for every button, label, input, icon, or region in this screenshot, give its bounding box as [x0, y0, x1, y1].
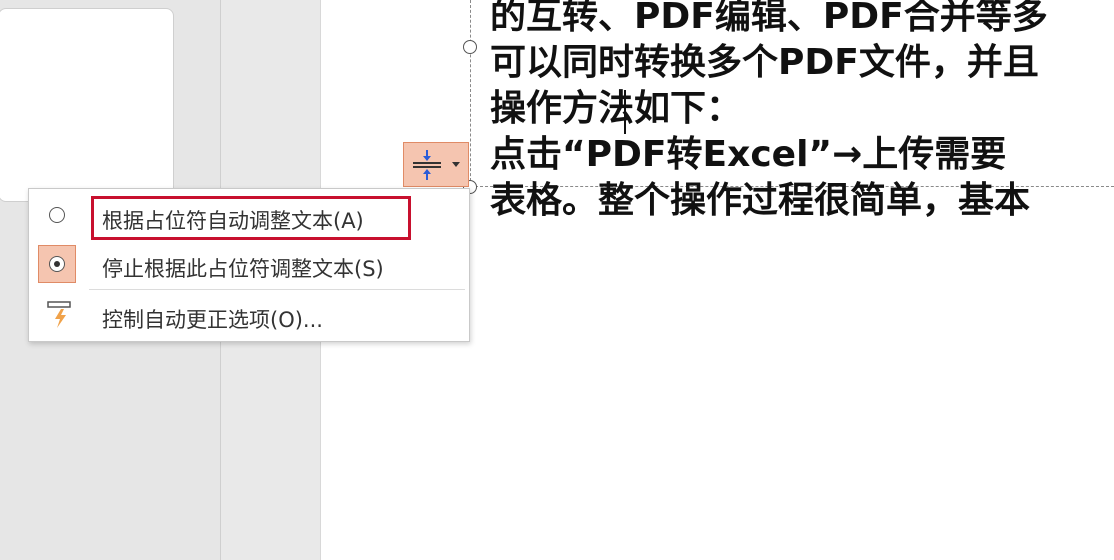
- menu-separator: [89, 289, 465, 290]
- menu-item-stop-autofit[interactable]: 停止根据此占位符调整文本(S): [29, 241, 469, 289]
- text-line: 操作方法如下：: [490, 88, 743, 129]
- text-cursor: [624, 90, 626, 134]
- radio-selected-icon: [49, 256, 65, 272]
- text-line: 点击“PDF转Excel”→上传需要: [490, 134, 1007, 175]
- autofit-options-icon: [410, 149, 444, 181]
- slide-textbox[interactable]: 的互转、PDF编辑、PDF合并等多 可以同时转换多个PDF文件，并且 操作方法如…: [490, 0, 1114, 224]
- menu-item-autocorrect-options[interactable]: 控制自动更正选项(O)...: [29, 292, 469, 340]
- slide-thumbnail[interactable]: [0, 8, 174, 202]
- text-line: 表格。整个操作过程很简单，基本: [490, 180, 1031, 221]
- chevron-down-icon[interactable]: [452, 162, 460, 167]
- text-line: 的互转、PDF编辑、PDF合并等多: [490, 0, 1048, 37]
- menu-item-label: 控制自动更正选项(O)...: [102, 308, 323, 332]
- textbox-resize-handle-left[interactable]: [463, 40, 477, 54]
- textbox-border: [470, 0, 471, 186]
- text-line: 可以同时转换多个PDF文件，并且: [490, 42, 1039, 83]
- autofit-options-menu: 根据占位符自动调整文本(A) 停止根据此占位符调整文本(S) 控制自动更正选项(…: [28, 188, 470, 342]
- autocorrect-lightning-icon: [47, 300, 73, 330]
- autofit-options-button[interactable]: [403, 142, 469, 187]
- menu-item-autofit-text[interactable]: 根据占位符自动调整文本(A): [29, 193, 469, 241]
- selected-indicator: [38, 245, 76, 283]
- radio-unselected-icon: [49, 207, 65, 223]
- highlight-annotation: [91, 196, 411, 240]
- menu-item-label: 停止根据此占位符调整文本(S): [102, 257, 384, 281]
